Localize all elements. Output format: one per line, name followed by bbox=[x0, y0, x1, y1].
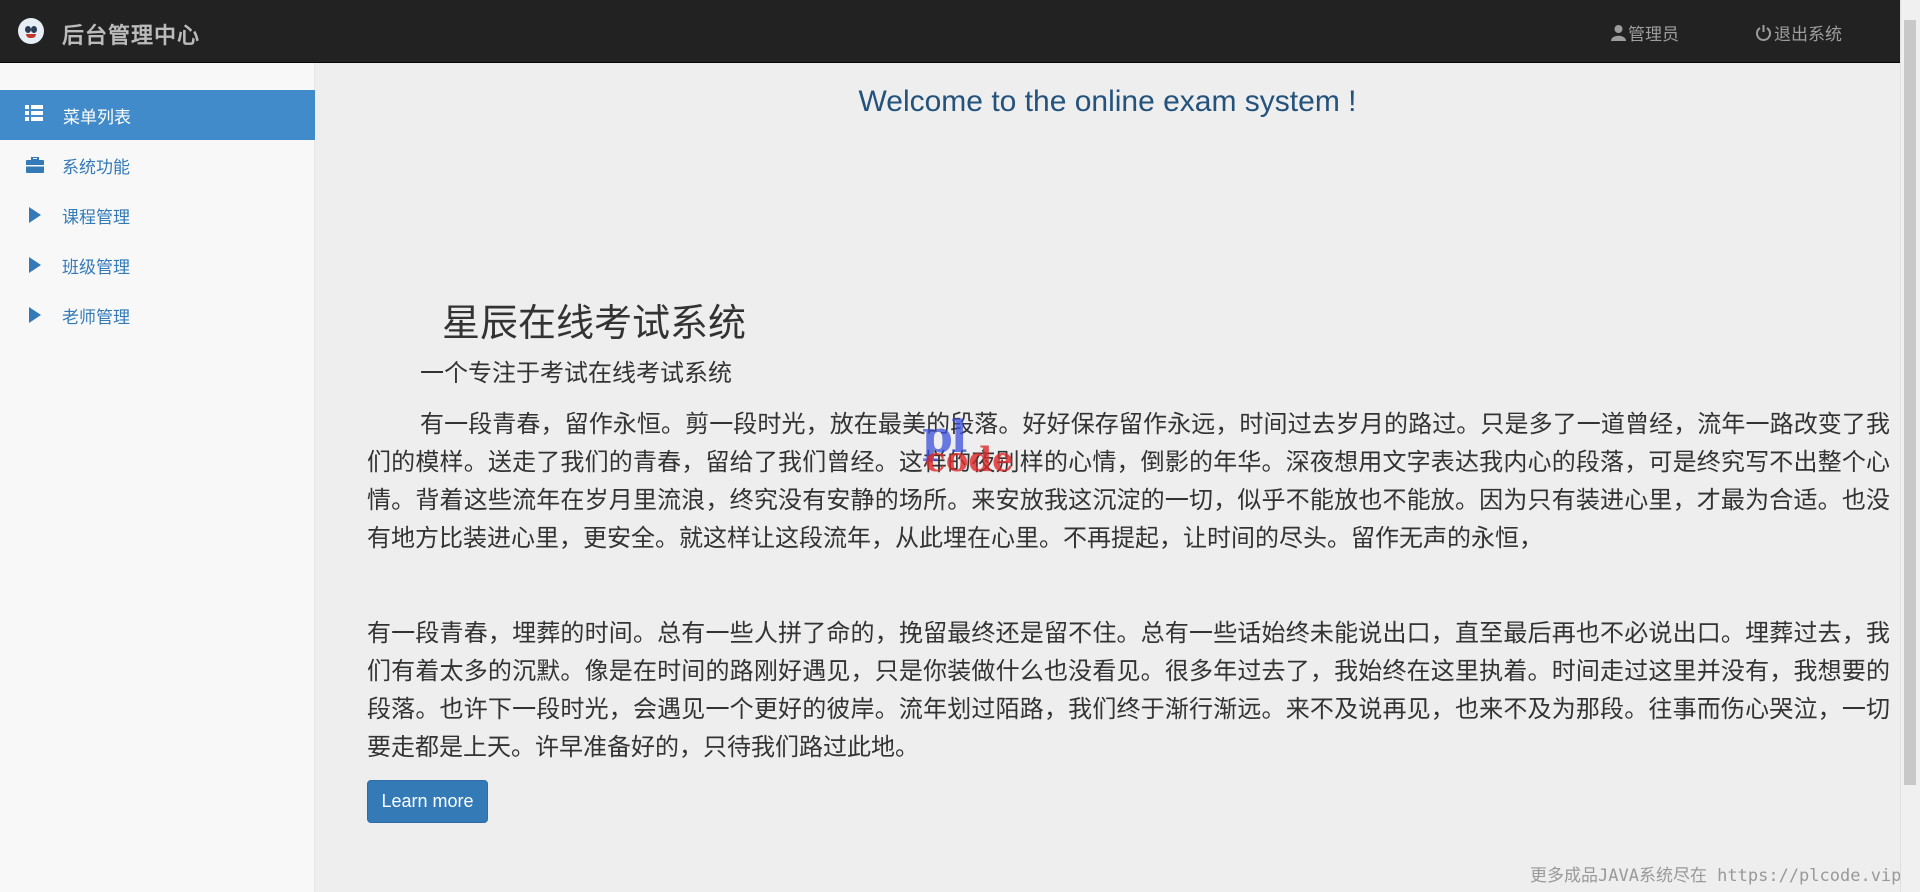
sidebar-item-label: 班级管理 bbox=[62, 257, 130, 278]
briefcase-icon bbox=[26, 157, 44, 173]
sidebar-item-teacher-management[interactable]: 老师管理 bbox=[0, 290, 315, 340]
scrollbar-thumb[interactable] bbox=[1904, 20, 1916, 785]
logout-label: 退出系统 bbox=[1774, 25, 1842, 45]
footer-watermark: 更多成品JAVA系统尽在 https://plcode.vip bbox=[1530, 866, 1902, 886]
play-triangle-icon bbox=[26, 257, 44, 273]
learn-more-button[interactable]: Learn more bbox=[367, 780, 488, 823]
user-label: 管理员 bbox=[1628, 25, 1679, 45]
user-menu-link[interactable]: 管理员 bbox=[1611, 20, 1679, 45]
sidebar-item-label: 课程管理 bbox=[62, 207, 130, 228]
list-icon bbox=[25, 104, 43, 126]
play-triangle-icon bbox=[26, 207, 44, 223]
top-navbar: 后台管理中心 管理员 退出系统 bbox=[0, 0, 1920, 63]
sidebar-item-label: 系统功能 bbox=[62, 157, 130, 178]
welcome-heading: Welcome to the online exam system ! bbox=[858, 85, 1357, 118]
watermark-logo-bottom: code bbox=[925, 440, 1014, 480]
sidebar-item-class-management[interactable]: 班级管理 bbox=[0, 240, 315, 290]
sidebar-item-label: 老师管理 bbox=[62, 307, 130, 328]
play-triangle-icon bbox=[26, 307, 44, 323]
brand-title[interactable]: 后台管理中心 bbox=[62, 18, 200, 50]
sidebar: 菜单列表 系统功能 课程管理 班级管理 老师管理 bbox=[0, 63, 315, 892]
intro-paragraph: 有一段青春，埋葬的时间。总有一些人拼了命的，挽留最终还是留不住。总有一些话始终未… bbox=[367, 619, 1890, 761]
logout-link[interactable]: 退出系统 bbox=[1755, 20, 1842, 45]
power-icon bbox=[1756, 25, 1771, 41]
vertical-scrollbar[interactable] bbox=[1900, 0, 1920, 892]
system-subtitle: 一个专注于考试在线考试系统 bbox=[420, 359, 732, 387]
system-title: 星辰在线考试系统 bbox=[442, 301, 747, 345]
sidebar-menu-header[interactable]: 菜单列表 bbox=[0, 90, 315, 140]
sidebar-item-course-management[interactable]: 课程管理 bbox=[0, 190, 315, 240]
user-icon bbox=[1611, 25, 1626, 41]
brand-logo-icon[interactable] bbox=[18, 18, 44, 44]
sidebar-item-system-functions[interactable]: 系统功能 bbox=[0, 140, 315, 190]
menu-header-label: 菜单列表 bbox=[63, 107, 131, 128]
intro-paragraph: 有一段青春，留作永恒。剪一段时光，放在最美的段落。好好保存留作永远，时间过去岁月… bbox=[367, 410, 1890, 552]
